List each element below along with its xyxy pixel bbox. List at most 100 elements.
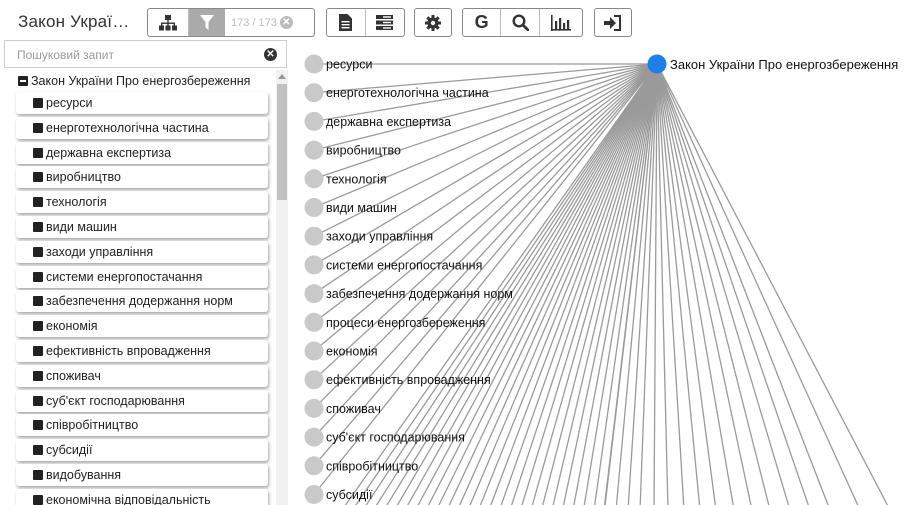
search-input[interactable]	[15, 42, 259, 68]
document-view-button[interactable]	[327, 9, 365, 36]
expand-icon[interactable]	[33, 321, 43, 332]
expand-icon[interactable]	[33, 494, 43, 505]
expand-icon[interactable]	[33, 197, 43, 208]
expand-icon[interactable]	[33, 147, 43, 158]
clear-search-icon[interactable]: ✕	[264, 48, 277, 61]
document-title[interactable]: Закон Украї…	[18, 12, 129, 32]
graph-root-label[interactable]: Закон України Про енергозбереження	[670, 57, 898, 72]
graph-edge	[656, 63, 790, 505]
tree-item-label: енерготехнологічна частина	[46, 120, 209, 135]
graph-node-label[interactable]: державна експертиза	[326, 115, 451, 129]
expand-icon[interactable]	[33, 395, 43, 406]
graph-node-label[interactable]: заходи управління	[326, 230, 433, 244]
graph-node[interactable]	[304, 284, 324, 304]
graph-node-label[interactable]: забезпечення додержання норм	[326, 287, 513, 301]
graph-node[interactable]	[304, 111, 324, 131]
toolbar: Закон Украї… 173 / 173 ✕ G	[0, 0, 905, 40]
expand-icon[interactable]	[33, 420, 43, 431]
tree-item[interactable]: співробітництво	[16, 414, 268, 437]
expand-icon[interactable]	[33, 370, 43, 381]
graph-node[interactable]	[304, 83, 324, 103]
scroll-up-arrow-icon[interactable]	[278, 74, 286, 79]
graph-node-label[interactable]: суб'єкт господарювання	[326, 431, 465, 445]
expand-icon[interactable]	[33, 470, 43, 480]
graph-root-node[interactable]	[647, 54, 667, 74]
graph-node[interactable]	[304, 456, 324, 476]
expand-icon[interactable]	[33, 296, 43, 307]
graph-node-label[interactable]: ефективність впровадження	[326, 373, 491, 387]
tree-scrollbar[interactable]	[276, 70, 288, 505]
graph-node[interactable]	[304, 198, 324, 217]
graph-node[interactable]	[304, 169, 324, 189]
expand-icon[interactable]	[33, 172, 43, 183]
graph-node[interactable]	[304, 226, 324, 246]
tree-item[interactable]: ресурси	[16, 92, 268, 114]
graph-node-label[interactable]: виробництво	[326, 144, 401, 158]
google-button[interactable]: G	[463, 9, 500, 36]
tree-item[interactable]: системи енергопостачання	[16, 265, 268, 288]
tree-item[interactable]: енерготехнологічна частина	[16, 116, 268, 139]
tree-item[interactable]: видобування	[16, 464, 268, 486]
graph-view[interactable]: ресурси енерготехнологічна частина державн…	[290, 40, 905, 505]
graph-node-label[interactable]: ресурси	[326, 58, 372, 72]
search-button[interactable]	[500, 9, 538, 36]
clear-filter-icon[interactable]: ✕	[279, 16, 293, 29]
tree-root[interactable]: Закон України Про енергозбереження	[18, 74, 250, 88]
graph-node[interactable]	[304, 255, 324, 275]
expand-icon[interactable]	[33, 246, 43, 257]
tree-item[interactable]: споживач	[16, 364, 268, 387]
hierarchy-button[interactable]	[148, 9, 188, 36]
graph-node[interactable]	[304, 427, 324, 447]
tree-item[interactable]: субсидії	[16, 439, 268, 462]
graph-edge	[656, 63, 859, 505]
tree-item-label: суб'єкт господарювання	[46, 393, 185, 408]
graph-canvas[interactable]: ресурси енерготехнологічна частина державн…	[290, 40, 905, 505]
filter-button[interactable]	[188, 9, 225, 36]
tree-item[interactable]: забезпечення додержання норм	[16, 290, 268, 313]
graph-node[interactable]	[304, 370, 324, 390]
tree-item[interactable]: економічна відповідальність	[16, 488, 268, 505]
graph-node[interactable]	[304, 312, 324, 332]
collapse-icon[interactable]	[18, 76, 28, 86]
graph-node[interactable]	[304, 341, 324, 361]
list-icon	[376, 15, 394, 30]
scrollbar-thumb[interactable]	[277, 84, 287, 200]
tree-item[interactable]: технологія	[16, 191, 268, 214]
login-button[interactable]	[595, 9, 631, 36]
graph-node-label[interactable]: споживач	[326, 402, 381, 416]
tree-item[interactable]: ефективність впровадження	[16, 340, 268, 362]
tree-item-label: ресурси	[46, 96, 93, 110]
expand-icon[interactable]	[33, 98, 43, 108]
graph-node-label[interactable]: співробітництво	[326, 459, 418, 473]
expand-icon[interactable]	[33, 271, 43, 282]
graph-node-label[interactable]: економія	[326, 345, 378, 359]
tree-item[interactable]: види машин	[16, 216, 268, 238]
graph-node[interactable]	[304, 485, 324, 504]
tree-item-label: державна експертиза	[46, 145, 172, 160]
graph-node[interactable]	[304, 140, 324, 160]
settings-button[interactable]	[415, 9, 451, 36]
tree-item[interactable]: державна експертиза	[16, 141, 268, 164]
graph-node-label[interactable]: системи енергопостачання	[326, 258, 482, 272]
statistics-button[interactable]	[538, 9, 582, 36]
tree-item[interactable]: економія	[16, 315, 268, 338]
tree-item[interactable]: виробництво	[16, 166, 268, 189]
expand-icon[interactable]	[33, 122, 43, 133]
list-view-button[interactable]	[364, 9, 405, 36]
expand-icon[interactable]	[33, 222, 43, 232]
graph-node[interactable]	[304, 54, 324, 74]
search-box: ✕	[4, 40, 287, 68]
login-group	[594, 8, 632, 37]
graph-node-label[interactable]: технологія	[326, 172, 387, 186]
graph-node-label[interactable]: субсидії	[326, 488, 373, 502]
tree-item[interactable]: заходи управління	[16, 240, 268, 263]
graph-node[interactable]	[304, 398, 324, 418]
expand-icon[interactable]	[33, 445, 43, 456]
sitemap-icon	[159, 14, 177, 30]
expand-icon[interactable]	[33, 346, 43, 356]
tree-item-label: ефективність впровадження	[46, 344, 211, 358]
graph-node-label[interactable]: процеси енергозбереження	[326, 316, 485, 330]
graph-node-label[interactable]: енерготехнологічна частина	[326, 86, 489, 100]
graph-node-label[interactable]: види машин	[326, 201, 397, 215]
tree-item[interactable]: суб'єкт господарювання	[16, 389, 268, 412]
